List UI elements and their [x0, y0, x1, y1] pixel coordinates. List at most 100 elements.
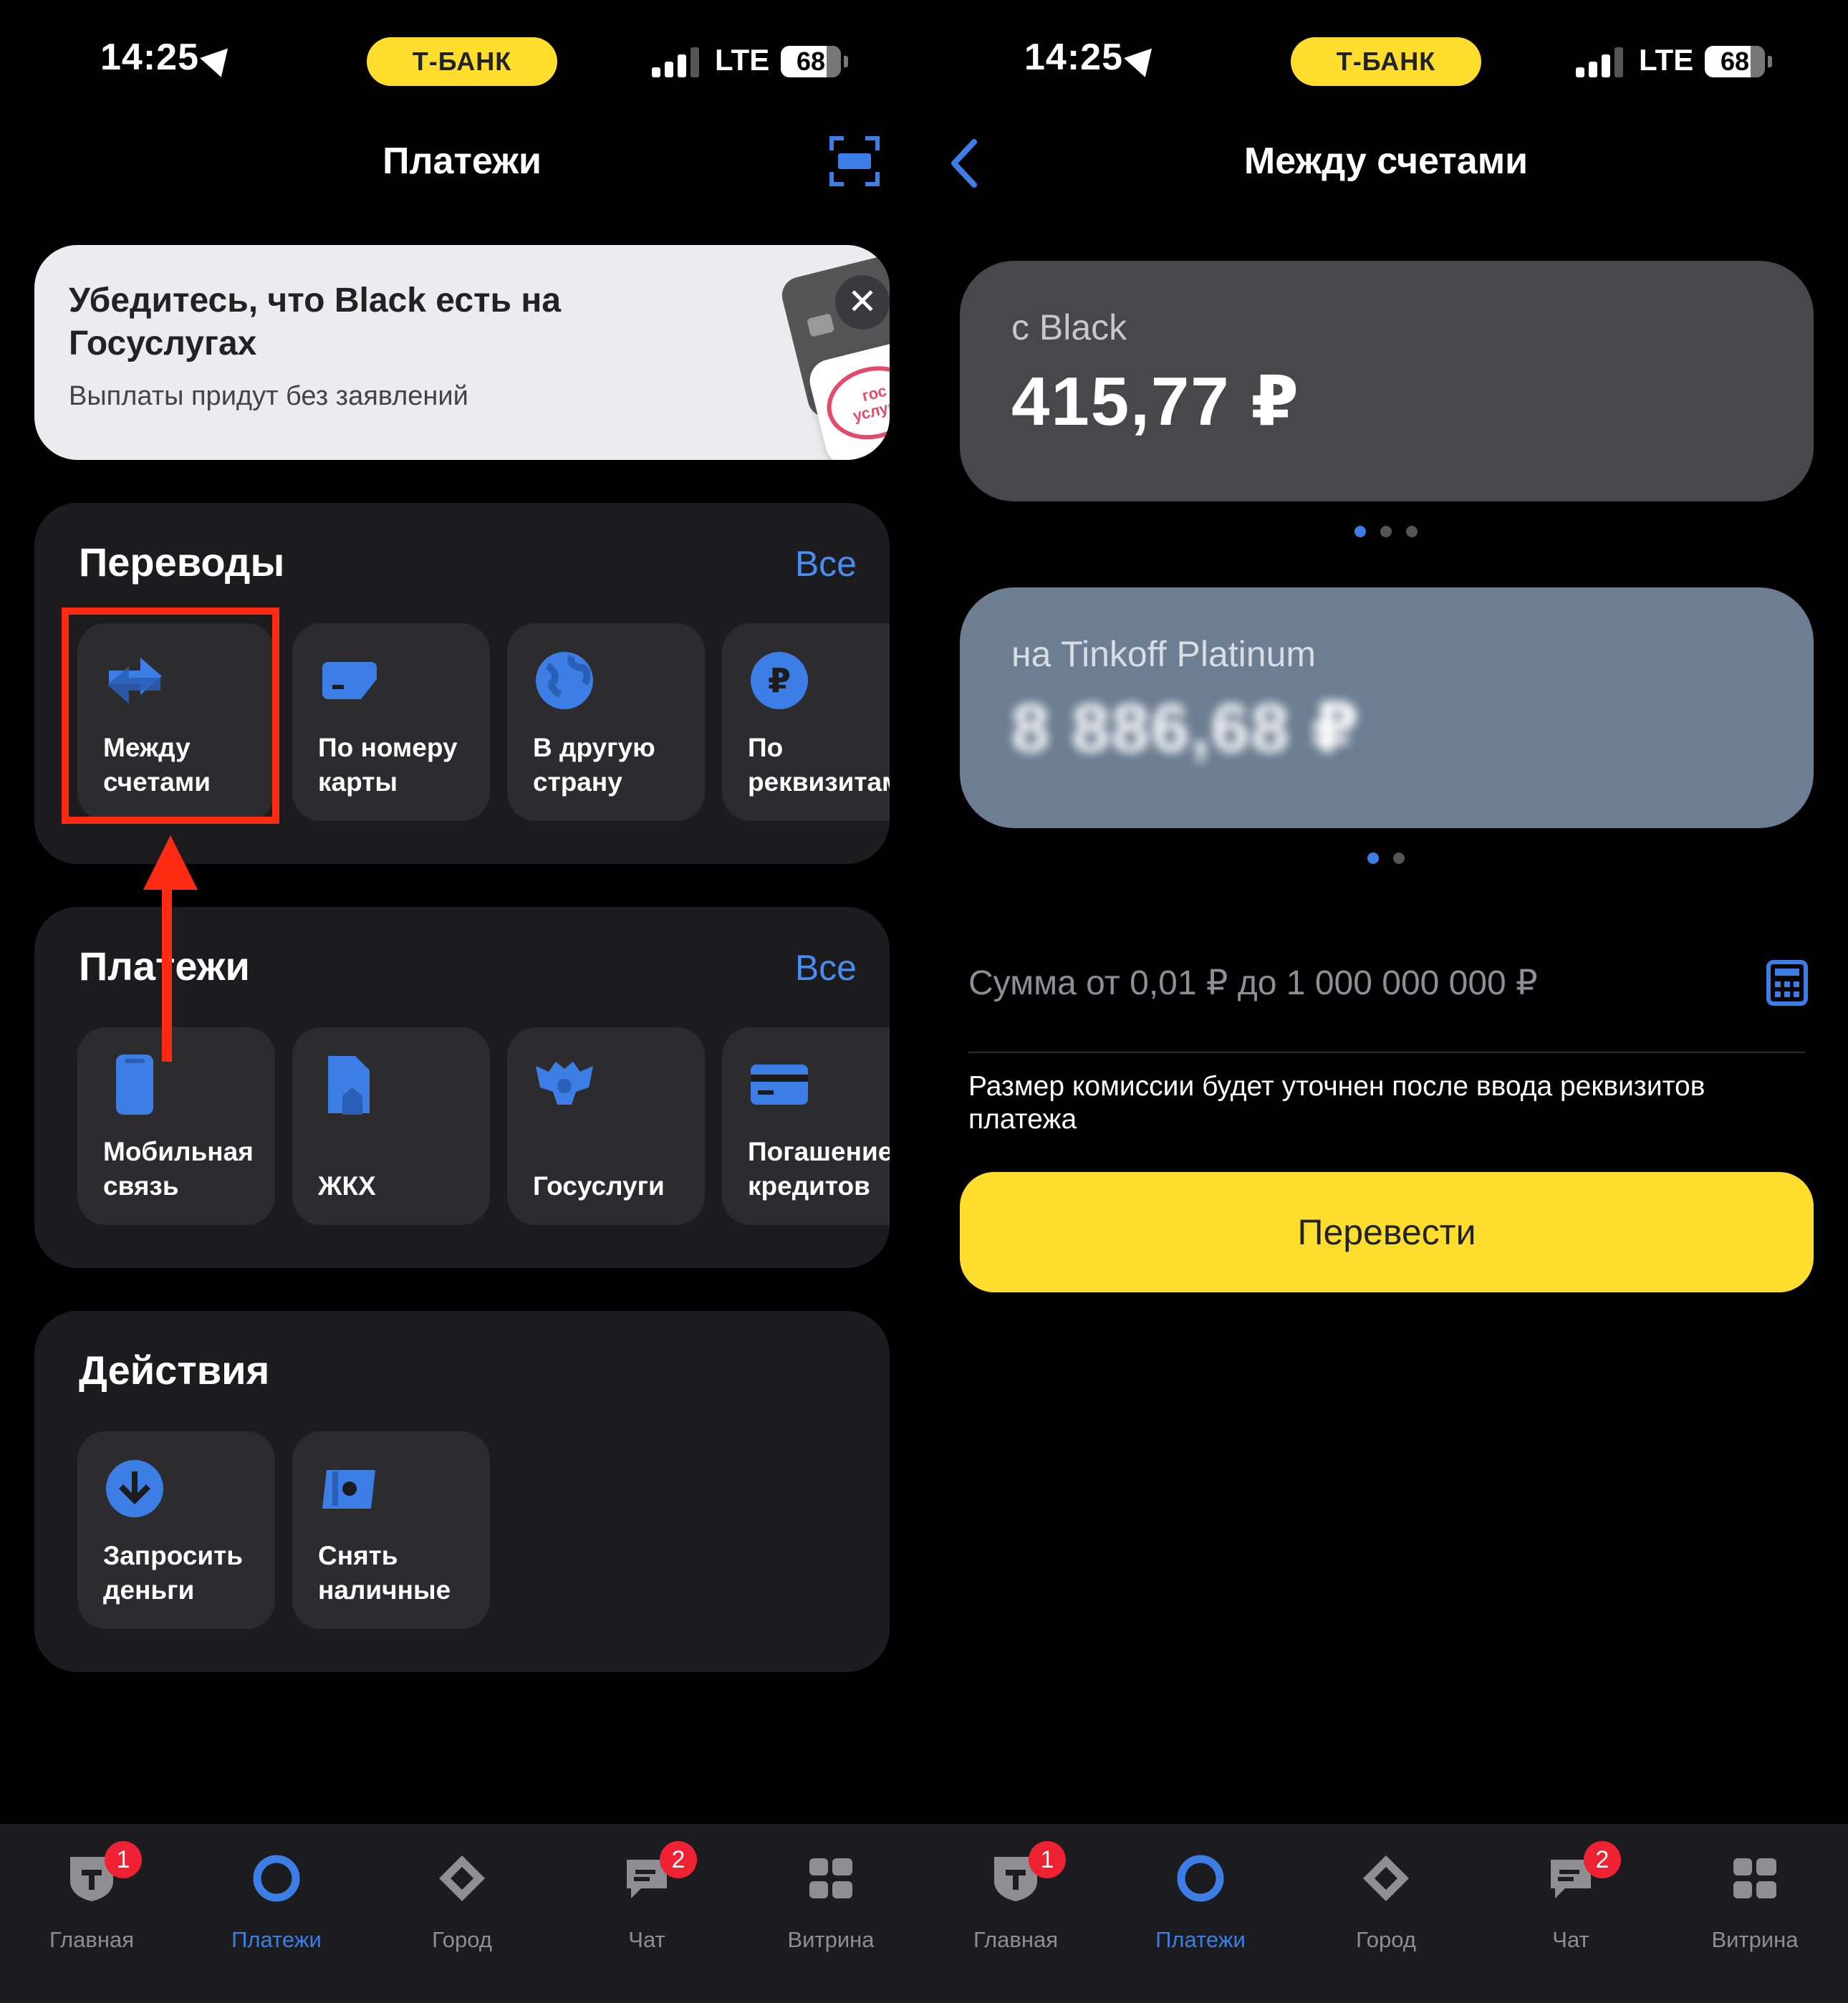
cash-icon: [322, 1470, 375, 1509]
from-account-card[interactable]: с Black 415,77 ₽: [960, 261, 1814, 501]
diamond-icon: [1363, 1855, 1409, 1901]
location-arrow-icon: [1124, 39, 1163, 77]
tab-bar: 1 Главная Платежи Город 2 Чат Витрина: [0, 1824, 924, 2003]
ruble-icon: ₽: [751, 652, 808, 709]
signal-icon: [652, 47, 702, 77]
banner-title: Убедитесь, что Black есть на Госуслугах: [69, 282, 562, 362]
badge: 2: [660, 1841, 697, 1878]
credit-card-icon: [751, 1065, 808, 1105]
tab-home[interactable]: 1 Главная: [944, 1841, 1087, 1970]
network-type: LTE: [1639, 43, 1694, 77]
actions-title: Действия: [79, 1348, 270, 1393]
tile-utilities[interactable]: ЖКХ: [292, 1027, 490, 1225]
tile-by-requisites[interactable]: ₽ По реквизитам: [722, 623, 890, 821]
tab-label: Чат: [1552, 1927, 1589, 1952]
tab-label: Витрина: [1711, 1927, 1799, 1952]
tab-label: Чат: [628, 1927, 665, 1952]
amount-input[interactable]: Сумма от 0,01 ₽ до 1 000 000 000 ₽: [968, 963, 1538, 1003]
scan-qr-icon[interactable]: [829, 136, 880, 186]
bank-pill[interactable]: Т-БАНК: [1291, 37, 1481, 86]
tile-label: Мобильная связь: [103, 1137, 254, 1201]
signal-icon: [1576, 47, 1626, 77]
status-bar: 14:25 Т-БАНК LTE 68: [924, 0, 1848, 129]
tab-label: Главная: [973, 1927, 1058, 1952]
transfer-button[interactable]: Перевести: [960, 1172, 1814, 1292]
status-time: 14:25: [1024, 36, 1163, 79]
transfers-all-link[interactable]: Все: [795, 543, 857, 585]
between-accounts-screen: 14:25 Т-БАНК LTE 68 Между счетами с Blac…: [924, 0, 1848, 2003]
to-account-label: на Tinkoff Platinum: [1011, 634, 1317, 674]
tab-label: Платежи: [1155, 1927, 1246, 1952]
tile-withdraw-cash[interactable]: Снять наличные: [292, 1431, 490, 1629]
tile-mobile[interactable]: Мобильная связь: [77, 1027, 275, 1225]
fee-note: Размер комиссии будет уточнен после ввод…: [968, 1071, 1705, 1135]
tile-label: В другую страну: [533, 733, 655, 797]
tab-home[interactable]: 1 Главная: [20, 1841, 163, 1970]
download-arrow-icon: [106, 1460, 163, 1517]
to-pager-dots: [924, 852, 1848, 867]
tab-chat[interactable]: 2 Чат: [1499, 1841, 1642, 1970]
tile-label: По номеру карты: [318, 733, 458, 797]
tab-bar: 1 Главная Платежи Город 2 Чат Витрина: [924, 1824, 1848, 2003]
tile-label: Запросить деньги: [103, 1541, 244, 1605]
tab-showcase[interactable]: Витрина: [1683, 1841, 1827, 1970]
tab-label: Город: [432, 1927, 492, 1952]
gosuslugi-banner[interactable]: Убедитесь, что Black есть на Госуслугах …: [34, 245, 890, 460]
tile-label: Погашение кредитов: [748, 1137, 890, 1201]
tile-loans[interactable]: Погашение кредитов: [722, 1027, 890, 1225]
tab-city[interactable]: Город: [1314, 1841, 1458, 1970]
annotation-arrow-shaft: [162, 881, 172, 1062]
circle-icon: [253, 1855, 300, 1902]
house-document-icon: [328, 1056, 370, 1115]
page-title: Платежи: [382, 140, 542, 182]
tab-city[interactable]: Город: [390, 1841, 534, 1970]
badge: 1: [105, 1841, 142, 1878]
tab-showcase[interactable]: Витрина: [759, 1841, 903, 1970]
tile-label: ЖКХ: [318, 1171, 376, 1201]
to-account-card[interactable]: на Tinkoff Platinum 8 886,68 ₽: [960, 587, 1814, 828]
grid-icon: [809, 1858, 852, 1898]
to-account-balance: 8 886,68 ₽: [1011, 690, 1361, 767]
tab-payments[interactable]: Платежи: [1129, 1841, 1272, 1970]
tile-label: Госуслуги: [533, 1171, 665, 1201]
actions-section: Действия Запросить деньги Снять наличные: [34, 1311, 890, 1672]
close-icon[interactable]: ✕: [835, 275, 890, 330]
phone-icon: [116, 1055, 153, 1115]
calculator-icon[interactable]: [1766, 960, 1808, 1006]
status-time: 14:25: [100, 36, 239, 79]
battery-icon: 68: [781, 46, 841, 77]
tab-payments[interactable]: Платежи: [205, 1841, 348, 1970]
divider: [968, 1052, 1805, 1053]
status-bar: 14:25 Т-БАНК LTE 68: [0, 0, 924, 129]
tab-label: Витрина: [787, 1927, 875, 1952]
from-pager-dots: [924, 526, 1848, 540]
tile-label: Снять наличные: [318, 1541, 451, 1605]
tile-gosuslugi[interactable]: Госуслуги: [507, 1027, 705, 1225]
transfers-title: Переводы: [79, 539, 285, 585]
tile-label: По реквизитам: [748, 733, 890, 797]
from-account-balance: 415,77 ₽: [1011, 363, 1301, 440]
tab-label: Главная: [49, 1927, 134, 1952]
battery-nub: [1768, 56, 1772, 67]
card-icon: [322, 662, 377, 699]
coat-of-arms-icon: [536, 1062, 593, 1105]
payments-screen: 14:25 Т-БАНК LTE 68 Платежи Убедитесь, ч…: [0, 0, 924, 2003]
location-arrow-icon: [200, 39, 239, 77]
payments-all-link[interactable]: Все: [795, 947, 857, 989]
circle-icon: [1177, 1855, 1224, 1902]
svg-text:₽: ₽: [768, 661, 791, 700]
bank-pill[interactable]: Т-БАНК: [367, 37, 557, 86]
battery-nub: [844, 56, 848, 67]
from-account-label: с Black: [1011, 307, 1127, 347]
tile-abroad[interactable]: В другую страну: [507, 623, 705, 821]
highlight-box: [62, 607, 279, 824]
tab-label: Город: [1356, 1927, 1416, 1952]
page-title: Между счетами: [1243, 140, 1529, 182]
diamond-icon: [439, 1855, 485, 1901]
battery-icon: 68: [1705, 46, 1765, 77]
tile-request-money[interactable]: Запросить деньги: [77, 1431, 275, 1629]
tab-chat[interactable]: 2 Чат: [575, 1841, 718, 1970]
network-type: LTE: [715, 43, 770, 77]
tile-by-card-number[interactable]: По номеру карты: [292, 623, 490, 821]
tab-label: Платежи: [231, 1927, 322, 1952]
